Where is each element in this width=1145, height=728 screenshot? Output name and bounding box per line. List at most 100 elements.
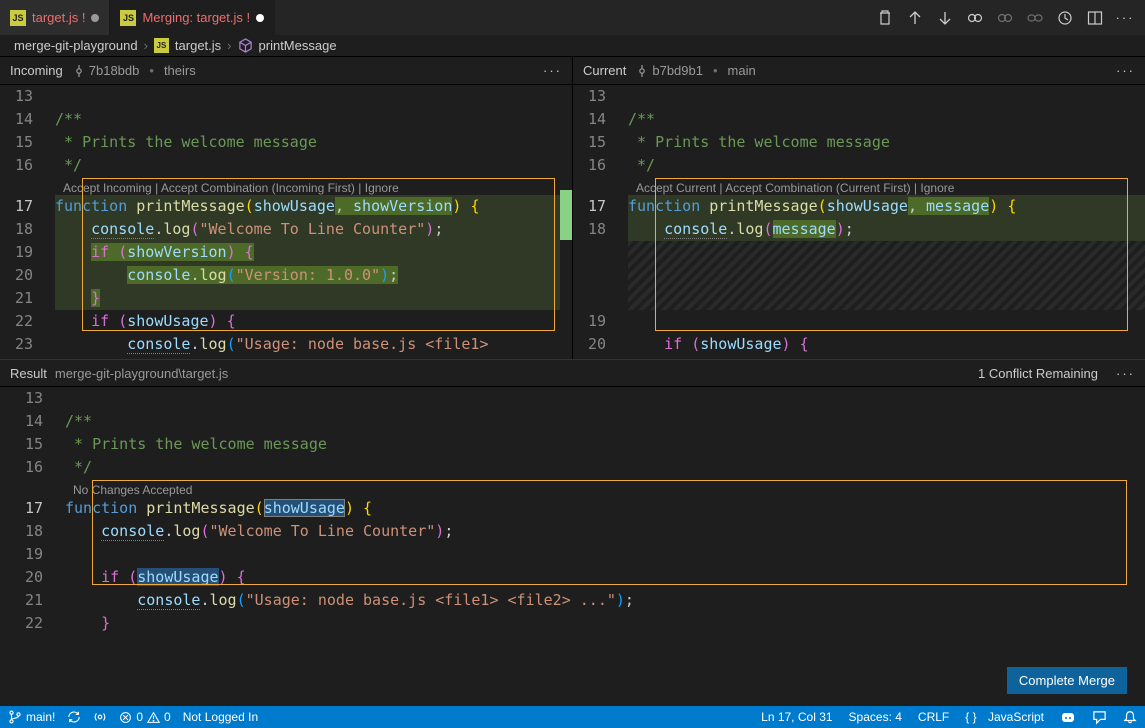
radio-icon xyxy=(93,710,107,724)
complete-merge-button[interactable]: Complete Merge xyxy=(1007,667,1127,694)
var: message xyxy=(773,220,836,238)
more-icon[interactable]: ··· xyxy=(543,63,562,78)
ports-status[interactable] xyxy=(93,710,107,724)
accept-combo-link[interactable]: Accept Combination (Current First) xyxy=(725,181,910,195)
tab-label: target.js ! xyxy=(32,10,85,25)
warning-count: 0 xyxy=(164,710,171,724)
ignore-link[interactable]: Ignore xyxy=(920,181,954,195)
code-comment: /** xyxy=(65,412,92,430)
obj: console xyxy=(101,522,164,541)
var: showUsage xyxy=(700,335,781,353)
conflicts-remaining[interactable]: 1 Conflict Remaining xyxy=(978,366,1098,381)
sync-status[interactable] xyxy=(67,710,81,724)
kw: if xyxy=(664,335,682,353)
obj: console xyxy=(137,591,200,610)
current-code[interactable]: 13 14/** 15 * Prints the welcome message… xyxy=(573,85,1145,359)
sync-icon xyxy=(67,710,81,724)
incoming-commit[interactable]: 7b18bdb xyxy=(73,63,140,78)
indentation[interactable]: Spaces: 4 xyxy=(849,710,902,724)
breadcrumb-folder[interactable]: merge-git-playground xyxy=(14,38,138,53)
language-mode[interactable]: { } JavaScript xyxy=(965,710,1044,724)
dirty-dot-icon xyxy=(256,14,264,22)
problems-status[interactable]: 0 0 xyxy=(119,710,170,724)
string: "Welcome To Line Counter" xyxy=(200,220,426,238)
var: showUsage xyxy=(127,312,208,330)
branch-status[interactable]: main! xyxy=(8,710,55,724)
kw: if xyxy=(91,312,109,330)
param: showUsage xyxy=(827,197,908,215)
param: showUsage xyxy=(254,197,335,215)
status-bar: main! 0 0 Not Logged In Ln 17, Col 31 Sp… xyxy=(0,706,1145,728)
code-comment: */ xyxy=(65,458,92,476)
no-changes-label: No Changes Accepted xyxy=(73,483,192,497)
breadcrumb-symbol[interactable]: printMessage xyxy=(259,38,337,53)
loop-icon[interactable] xyxy=(967,10,983,26)
more-icon[interactable]: ··· xyxy=(1116,366,1135,381)
arrow-down-icon[interactable] xyxy=(937,10,953,26)
incoming-code[interactable]: 13 14/** 15 * Prints the welcome message… xyxy=(0,85,572,359)
result-header: Result merge-git-playground\target.js 1 … xyxy=(0,359,1145,387)
kw: function xyxy=(628,197,700,215)
tab-label: Merging: target.js ! xyxy=(142,10,250,25)
copilot-icon[interactable] xyxy=(1060,709,1076,725)
result-code[interactable]: 13 14/** 15 * Prints the welcome message… xyxy=(0,387,1145,706)
obj: console xyxy=(91,220,154,239)
incoming-branch: theirs xyxy=(164,63,196,78)
accept-incoming-link[interactable]: Accept Incoming xyxy=(63,181,152,195)
brace-icon: { } xyxy=(965,710,976,724)
eol[interactable]: CRLF xyxy=(918,710,949,724)
split-icon[interactable] xyxy=(1087,10,1103,26)
comma: , xyxy=(335,197,353,215)
discard-icon[interactable] xyxy=(877,10,893,26)
current-commit[interactable]: b7bd9b1 xyxy=(636,63,703,78)
arrow-up-icon[interactable] xyxy=(907,10,923,26)
commit-icon xyxy=(73,65,85,77)
diff-panes: Incoming 7b18bdb • theirs ··· 13 14/** 1… xyxy=(0,57,1145,359)
var: showUsage xyxy=(137,568,218,586)
tab-target[interactable]: JS target.js ! xyxy=(0,0,110,35)
accept-combo-link[interactable]: Accept Combination (Incoming First) xyxy=(161,181,355,195)
current-branch: main xyxy=(728,63,756,78)
string: "Welcome To Line Counter" xyxy=(210,522,436,540)
accept-current-link[interactable]: Accept Current xyxy=(636,181,716,195)
more-icon[interactable]: ··· xyxy=(1117,10,1133,26)
code-comment: * Prints the welcome message xyxy=(65,435,327,453)
more-icon[interactable]: ··· xyxy=(1116,63,1135,78)
ignore-link[interactable]: Ignore xyxy=(365,181,399,195)
code-comment: * Prints the welcome message xyxy=(55,133,317,151)
obj: console xyxy=(664,220,727,239)
string: "Version: 1.0.0" xyxy=(236,266,381,284)
link-disabled-icon xyxy=(1027,10,1043,26)
chevron-right-icon: › xyxy=(144,38,148,53)
loop-disabled-icon xyxy=(997,10,1013,26)
method: log xyxy=(210,591,237,609)
codelens-incoming: Accept Incoming | Accept Combination (In… xyxy=(55,177,572,195)
login-status[interactable]: Not Logged In xyxy=(183,710,258,724)
method-icon xyxy=(238,38,253,53)
face-icon xyxy=(1060,709,1076,725)
current-header: Current b7bd9b1 • main ··· xyxy=(573,57,1145,85)
current-pane: Current b7bd9b1 • main ··· 13 14/** 15 *… xyxy=(573,57,1145,359)
method: log xyxy=(773,358,800,359)
separator-dot: • xyxy=(713,63,718,78)
code-comment: */ xyxy=(55,156,82,174)
tab-merging[interactable]: JS Merging: target.js ! xyxy=(110,0,275,35)
code-comment: */ xyxy=(628,156,655,174)
incoming-header: Incoming 7b18bdb • theirs ··· xyxy=(0,57,572,85)
bell-icon[interactable] xyxy=(1123,710,1137,724)
param: message xyxy=(926,197,989,215)
cursor-position[interactable]: Ln 17, Col 31 xyxy=(761,710,832,724)
js-icon: JS xyxy=(154,38,169,53)
overview-ruler[interactable] xyxy=(560,85,572,359)
ruler-marker xyxy=(560,190,572,240)
kw: function xyxy=(55,197,127,215)
error-icon xyxy=(119,711,132,724)
layout-reset-icon[interactable] xyxy=(1057,10,1073,26)
breadcrumb-file[interactable]: target.js xyxy=(175,38,221,53)
commit-hash: b7bd9b1 xyxy=(652,63,703,78)
feedback-icon[interactable] xyxy=(1092,710,1107,725)
warning-icon xyxy=(147,711,160,724)
commit-hash: 7b18bdb xyxy=(89,63,140,78)
comma: , xyxy=(908,197,926,215)
js-icon: JS xyxy=(10,10,26,26)
